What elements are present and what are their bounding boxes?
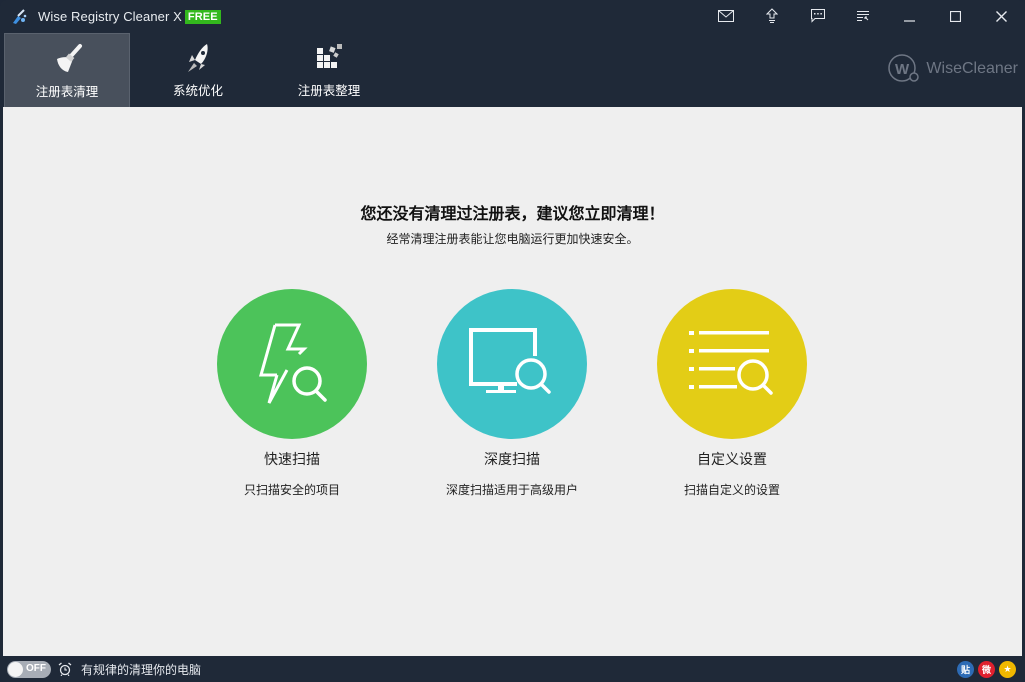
upload-arrow-icon <box>766 8 778 23</box>
app-title-text: Wise Registry Cleaner X <box>38 9 182 24</box>
rocket-icon <box>178 41 218 75</box>
monitor-search-icon <box>469 328 551 394</box>
wisecleaner-logo[interactable]: W WiseCleaner <box>886 53 1018 85</box>
tab-label: 注册表清理 <box>35 84 99 99</box>
schedule-toggle[interactable]: OFF <box>7 661 51 678</box>
favorite-button[interactable]: ★ <box>999 661 1016 678</box>
custom-scan-desc: 扫描自定义的设置 <box>683 483 780 497</box>
mail-icon <box>718 10 734 22</box>
menu-list-icon <box>857 11 869 21</box>
deep-scan-desc: 深度扫描适用于高级用户 <box>445 483 578 497</box>
free-badge: FREE <box>184 10 221 24</box>
main-content: 您还没有清理过注册表，建议您立即清理！ 经常清理注册表能让您电脑运行更加快速安全… <box>3 107 1022 656</box>
brand-name: WiseCleaner <box>926 60 1018 77</box>
deep-scan-button[interactable] <box>437 289 587 439</box>
list-search-icon <box>689 331 773 395</box>
defrag-blocks-icon <box>309 41 349 75</box>
quick-scan-card[interactable]: 快速扫描 只扫描安全的项目 <box>182 289 402 498</box>
tab-label: 系统优化 <box>172 83 223 98</box>
toggle-label: OFF <box>26 663 46 674</box>
tab-label: 注册表整理 <box>297 83 361 98</box>
custom-scan-button[interactable] <box>657 289 807 439</box>
app-window: Wise Registry Cleaner X FREE 注册表清理 系统优化 … <box>0 0 1025 682</box>
lightning-search-icon <box>259 323 327 404</box>
tab-system-optimize[interactable]: 系统优化 <box>135 33 261 107</box>
wisecleaner-logo-icon: W <box>888 54 920 82</box>
weibo-icon: 微 <box>981 666 991 676</box>
broom-icon <box>47 42 87 76</box>
close-button[interactable] <box>986 4 1016 28</box>
svg-text:W: W <box>895 61 910 78</box>
star-icon: ★ <box>1003 664 1012 675</box>
quick-scan-button[interactable] <box>217 289 367 439</box>
menu-button[interactable] <box>848 4 878 28</box>
weibo-button[interactable]: 微 <box>978 661 995 678</box>
minimize-icon <box>903 19 915 22</box>
comments-button[interactable] <box>803 4 833 28</box>
deep-scan-title: 深度扫描 <box>484 452 540 468</box>
schedule-text: 有规律的清理你的电脑 <box>81 663 202 677</box>
custom-scan-title: 自定义设置 <box>697 452 767 468</box>
custom-scan-card[interactable]: 自定义设置 扫描自定义的设置 <box>622 289 842 498</box>
headline: 您还没有清理过注册表，建议您立即清理！ <box>360 204 665 223</box>
tab-registry-cleaner[interactable]: 注册表清理 <box>4 33 130 107</box>
deep-scan-card[interactable]: 深度扫描 深度扫描适用于高级用户 <box>402 289 622 498</box>
chat-icon <box>811 9 825 23</box>
app-logo-icon <box>13 9 27 24</box>
tab-registry-defrag[interactable]: 注册表整理 <box>266 33 392 107</box>
alarm-clock-icon <box>58 662 72 676</box>
tieba-icon: 贴 <box>960 666 970 676</box>
feedback-mail-button[interactable] <box>711 4 741 28</box>
upgrade-button[interactable] <box>757 4 787 28</box>
tieba-button[interactable]: 贴 <box>957 661 974 678</box>
title-bar: Wise Registry Cleaner X FREE <box>0 0 1025 33</box>
quick-scan-desc: 只扫描安全的项目 <box>243 483 340 497</box>
maximize-button[interactable] <box>940 4 970 28</box>
status-bar: OFF 有规律的清理你的电脑 贴 微 ★ <box>0 656 1025 682</box>
toggle-knob <box>8 662 23 677</box>
subline: 经常清理注册表能让您电脑运行更加快速安全。 <box>386 232 639 246</box>
maximize-icon <box>949 10 961 22</box>
minimize-button[interactable] <box>894 4 924 28</box>
app-title: Wise Registry Cleaner X FREE <box>38 9 221 25</box>
close-icon <box>995 10 1007 22</box>
quick-scan-title: 快速扫描 <box>264 452 320 468</box>
main-navbar: 注册表清理 系统优化 注册表整理 W WiseCleaner <box>0 33 1025 107</box>
